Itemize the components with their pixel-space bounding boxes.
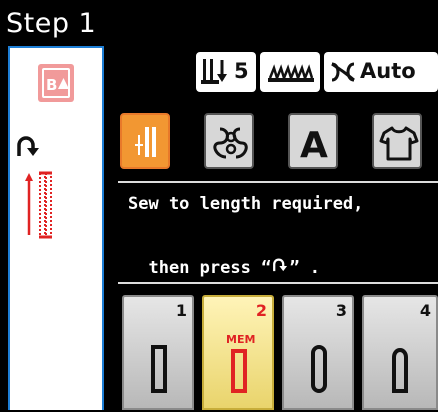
thread-tension-indicator[interactable]: Auto xyxy=(324,52,438,92)
reverse-stitch-icon xyxy=(17,136,39,156)
buttonhole-pattern-icon xyxy=(311,345,327,393)
keyhole-buttonhole-pattern-icon xyxy=(392,348,408,393)
screen-title: Step 1 xyxy=(6,8,97,39)
instruction-line-2: then press “” . xyxy=(148,258,321,278)
garment-mode-button[interactable] xyxy=(372,113,422,169)
pattern-button-1[interactable]: 1 xyxy=(122,295,194,410)
stitch-preview-icon xyxy=(25,171,52,239)
svg-text:B: B xyxy=(46,76,57,94)
divider-bottom xyxy=(118,282,438,284)
decorative-stitch-mode-button[interactable] xyxy=(204,113,254,169)
feed-dog-icon xyxy=(268,64,314,82)
instruction-line-1: Sew to length required, xyxy=(128,194,364,214)
pressure-value: 5 xyxy=(234,59,249,83)
lettering-mode-button[interactable]: A xyxy=(288,113,338,169)
decorative-stitch-icon xyxy=(213,127,248,159)
pattern-button-4[interactable]: 4 xyxy=(362,295,438,410)
buttonhole-pattern-icon xyxy=(151,345,167,393)
buttonhole-pattern-icon xyxy=(231,349,247,393)
utility-stitch-icon xyxy=(135,127,156,157)
thread-tension-icon xyxy=(331,62,355,82)
buttonhole-memory-icon[interactable]: B xyxy=(38,64,74,102)
presser-foot-pressure-indicator[interactable]: 5 xyxy=(196,52,256,92)
lettering-icon: A xyxy=(300,125,328,166)
utility-stitch-mode-button[interactable] xyxy=(120,113,170,169)
pattern-button-3[interactable]: 3 xyxy=(282,295,354,410)
feed-dog-indicator[interactable] xyxy=(260,52,320,92)
status-bar: 5 Auto xyxy=(196,52,438,92)
presser-foot-pressure-icon xyxy=(201,59,227,84)
svg-text:A: A xyxy=(300,125,328,166)
left-panel: B xyxy=(8,46,104,410)
pattern-button-2[interactable]: 2 MEM xyxy=(202,295,274,410)
reverse-stitch-icon xyxy=(273,258,288,272)
divider-top xyxy=(118,181,438,183)
garment-icon xyxy=(379,126,419,161)
tension-value: Auto xyxy=(360,59,416,83)
